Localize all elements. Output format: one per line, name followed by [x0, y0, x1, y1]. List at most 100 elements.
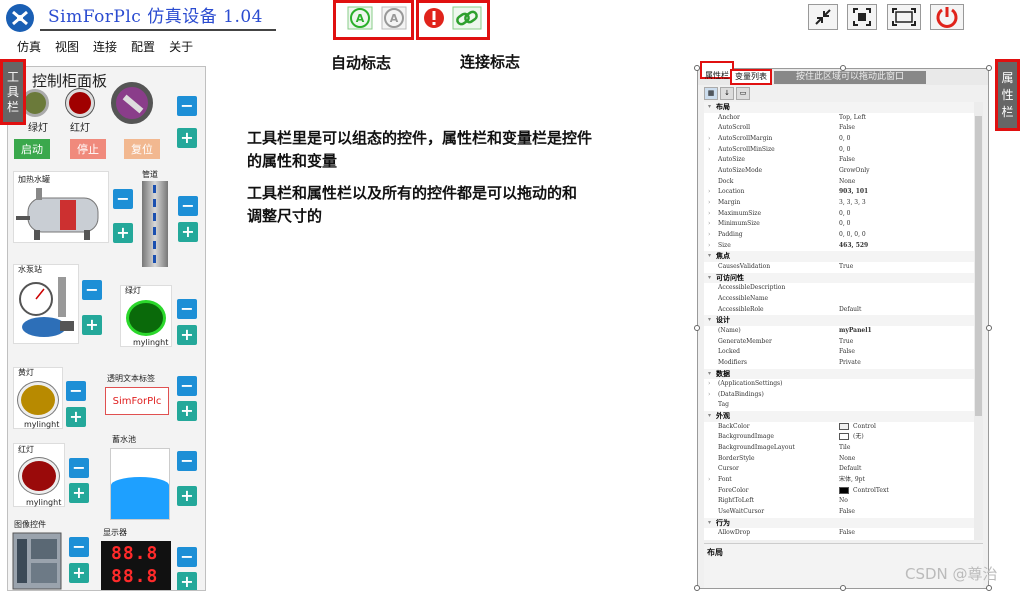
collapse-icon[interactable]: ▾	[708, 518, 711, 529]
property-row[interactable]: AutoScroll False	[704, 123, 974, 134]
image-control-widget[interactable]: 图像控件	[11, 519, 65, 590]
panel-minus-button-4[interactable]: −	[82, 280, 102, 300]
menu-config[interactable]: 配置	[124, 36, 162, 56]
property-value[interactable]: 903, 101	[839, 187, 868, 198]
property-value[interactable]: Tile	[839, 443, 850, 454]
panel-minus-button-10[interactable]: −	[69, 537, 89, 557]
yellow-lamp-widget[interactable]: 黄灯 mylinght	[13, 367, 63, 429]
panel-plus-button-6[interactable]: +	[66, 407, 86, 427]
control-cabinet-panel[interactable]: 控制柜面板 绿灯 红灯 − + 启动 停止 复位 加热水罐 − + 管道 − +…	[7, 66, 206, 591]
tab-variables[interactable]: 变量列表	[730, 69, 772, 85]
resize-handle-r[interactable]	[986, 325, 992, 331]
panel-plus-button-3[interactable]: +	[178, 222, 198, 242]
resize-handle-br[interactable]	[986, 585, 992, 591]
property-category[interactable]: ▾ 可访问性	[704, 272, 974, 284]
property-category[interactable]: ▾ 数据	[704, 368, 974, 380]
menu-about[interactable]: 关于	[162, 36, 200, 56]
maximize-icon[interactable]	[887, 4, 921, 30]
panel-minus-button-9[interactable]: −	[177, 451, 197, 471]
property-value[interactable]: 0, 0	[839, 134, 850, 145]
connect-link-icon[interactable]	[451, 5, 483, 31]
collapse-icon[interactable]: ▾	[708, 315, 711, 326]
property-value[interactable]: 宋体, 9pt	[839, 475, 865, 486]
property-row[interactable]: ForeColor ControlText	[704, 486, 974, 497]
property-row[interactable]: Tag	[704, 400, 974, 411]
expand-icon[interactable]: ›	[708, 134, 710, 145]
expand-icon[interactable]: ›	[708, 379, 710, 390]
scrollbar-thumb[interactable]	[975, 116, 982, 416]
expand-icon[interactable]: ›	[708, 475, 710, 486]
property-value[interactable]: myPanel1	[839, 326, 872, 337]
property-value[interactable]: Default	[839, 464, 861, 475]
property-row[interactable]: › (ApplicationSettings)	[704, 379, 974, 390]
expand-icon[interactable]: ›	[708, 145, 710, 156]
property-value[interactable]: 0, 0	[839, 145, 850, 156]
property-row[interactable]: AccessibleRole Default	[704, 305, 974, 316]
menu-simulate[interactable]: 仿真	[10, 36, 48, 56]
panel-plus-button-2[interactable]: +	[113, 223, 133, 243]
property-value[interactable]: GrowOnly	[839, 166, 870, 177]
property-value[interactable]: None	[839, 454, 855, 465]
property-row[interactable]: Locked False	[704, 347, 974, 358]
property-scrollbar[interactable]	[974, 102, 983, 540]
property-value[interactable]: False	[839, 155, 855, 166]
panel-minus-button-6[interactable]: −	[66, 381, 86, 401]
reservoir-widget[interactable]: 蓄水池	[108, 434, 172, 524]
panel-minus-button-2[interactable]: −	[113, 189, 133, 209]
resize-handle-bl[interactable]	[694, 585, 700, 591]
panel-plus-button-5[interactable]: +	[177, 325, 197, 345]
property-row[interactable]: UseWaitCursor False	[704, 507, 974, 518]
property-row[interactable]: AccessibleDescription	[704, 283, 974, 294]
property-panel[interactable]: 属性栏 变量列表 按住此区域可以拖动此窗口 ▦ ↓ ▭ ▾ 布局 Anchor Top…	[697, 61, 989, 589]
property-row[interactable]: › Font 宋体, 9pt	[704, 475, 974, 486]
resize-handle-l[interactable]	[694, 325, 700, 331]
property-value[interactable]: 463, 529	[839, 241, 868, 252]
property-row[interactable]: BackColor Control	[704, 422, 974, 433]
property-category[interactable]: ▾ 设计	[704, 315, 974, 326]
property-value[interactable]: Private	[839, 358, 861, 369]
property-row[interactable]: › AutoScrollMinSize 0, 0	[704, 145, 974, 156]
collapse-icon[interactable]: ▾	[708, 411, 711, 422]
property-row[interactable]: AllowDrop False	[704, 528, 974, 539]
resize-handle-b[interactable]	[840, 585, 846, 591]
categorized-icon[interactable]: ▦	[704, 87, 718, 100]
resize-handle-tr[interactable]	[986, 65, 992, 71]
panel-plus-button-7[interactable]: +	[177, 401, 197, 421]
property-row[interactable]: AutoSizeMode GrowOnly	[704, 166, 974, 177]
expand-icon[interactable]: ›	[708, 187, 710, 198]
fit-screen-icon[interactable]	[847, 4, 877, 30]
panel-minus-button-1[interactable]: −	[177, 96, 197, 116]
property-value[interactable]: None	[839, 177, 855, 188]
property-value[interactable]: Top, Left	[839, 113, 866, 124]
stop-button[interactable]: 停止	[70, 139, 106, 159]
panel-minus-button-11[interactable]: −	[177, 547, 197, 567]
property-row[interactable]: BorderStyle None	[704, 454, 974, 465]
property-value[interactable]: Default	[839, 305, 861, 316]
text-label-widget[interactable]: 透明文本标签 SimForPlc	[103, 373, 171, 423]
property-grid[interactable]: ▾ 布局 Anchor Top, Left AutoScroll False › AutoSc…	[704, 102, 974, 540]
property-category[interactable]: ▾ 焦点	[704, 251, 974, 262]
property-row[interactable]: GenerateMember True	[704, 337, 974, 348]
property-value[interactable]: False	[839, 123, 855, 134]
collapse-icon[interactable]: ▾	[708, 102, 711, 113]
property-value[interactable]: 0, 0, 0, 0	[839, 230, 866, 241]
sort-alpha-icon[interactable]: ↓	[720, 87, 734, 100]
reset-button[interactable]: 复位	[124, 139, 160, 159]
attribute-side-tab[interactable]: 属 性 栏	[995, 59, 1020, 131]
collapse-icon[interactable]: ▾	[708, 251, 711, 262]
toolbar-side-tab[interactable]: 工 具 栏	[0, 59, 26, 125]
panel-plus-button-10[interactable]: +	[69, 563, 89, 583]
auto-flag-on-icon[interactable]: A	[344, 5, 376, 31]
panel-plus-button-8[interactable]: +	[69, 483, 89, 503]
property-row[interactable]: (Name) myPanel1	[704, 326, 974, 337]
menu-connect[interactable]: 连接	[86, 36, 124, 56]
expand-icon[interactable]: ›	[708, 209, 710, 220]
drag-handle-area[interactable]: 按住此区域可以拖动此窗口	[774, 71, 926, 84]
expand-icon[interactable]: ›	[708, 219, 710, 230]
collapse-icon[interactable]: ▾	[708, 369, 711, 380]
property-row[interactable]: Cursor Default	[704, 464, 974, 475]
panel-minus-button-8[interactable]: −	[69, 458, 89, 478]
property-value[interactable]: False	[839, 528, 855, 539]
red-lamp-widget[interactable]: 红灯 mylinght	[13, 443, 65, 507]
red-lamp[interactable]	[66, 89, 94, 117]
